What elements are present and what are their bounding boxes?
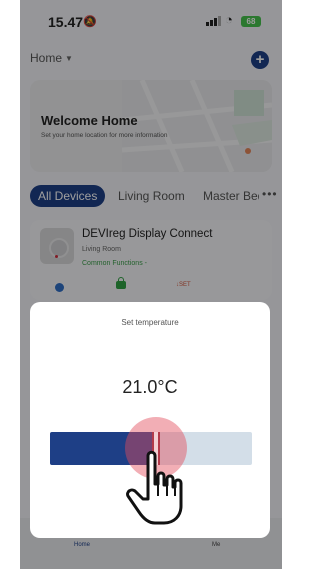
tap-hand-icon [126,450,183,525]
temperature-value: 21.0°C [122,377,178,397]
dialog-title: Set temperature [121,318,179,327]
set-temperature-dialog: Set temperature 21.0°C [30,302,270,538]
